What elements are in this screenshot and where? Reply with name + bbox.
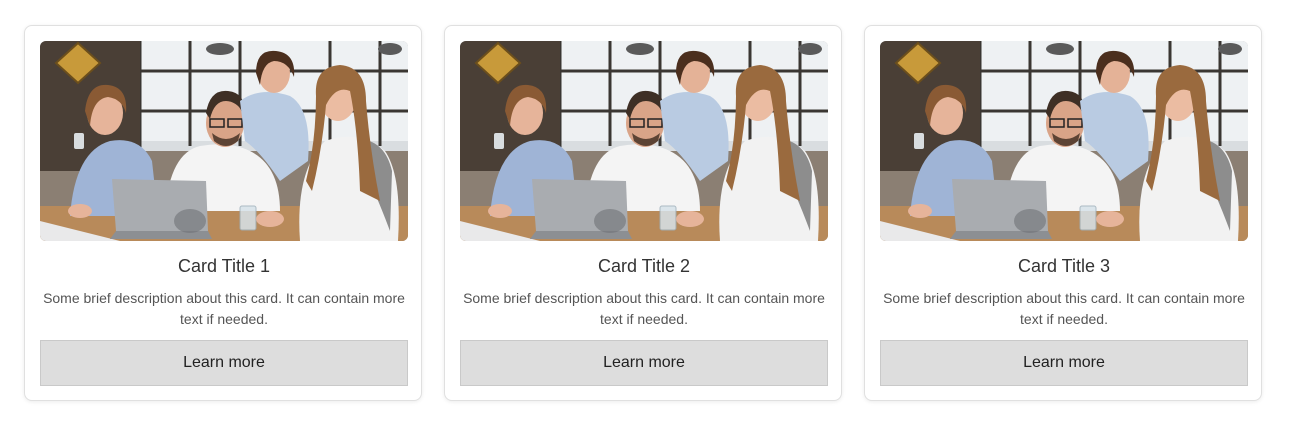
learn-more-button[interactable]: Learn more <box>40 340 408 386</box>
card-title: Card Title 3 <box>1017 256 1111 276</box>
card-image <box>460 41 828 241</box>
card-1: Card Title 1 Some brief description abou… <box>24 25 422 401</box>
card-2: Card Title 2 Some brief description abou… <box>444 25 842 401</box>
card-list: Card Title 1 Some brief description abou… <box>0 0 1291 431</box>
card-title: Card Title 2 <box>597 256 691 276</box>
card-title: Card Title 1 <box>177 256 271 276</box>
learn-more-button[interactable]: Learn more <box>880 340 1248 386</box>
card-image <box>40 41 408 241</box>
card-description: Some brief description about this card. … <box>463 290 825 327</box>
card-3: Card Title 3 Some brief description abou… <box>864 25 1262 401</box>
card-description: Some brief description about this card. … <box>43 290 405 327</box>
card-image <box>880 41 1248 241</box>
card-description: Some brief description about this card. … <box>883 290 1245 327</box>
learn-more-button[interactable]: Learn more <box>460 340 828 386</box>
